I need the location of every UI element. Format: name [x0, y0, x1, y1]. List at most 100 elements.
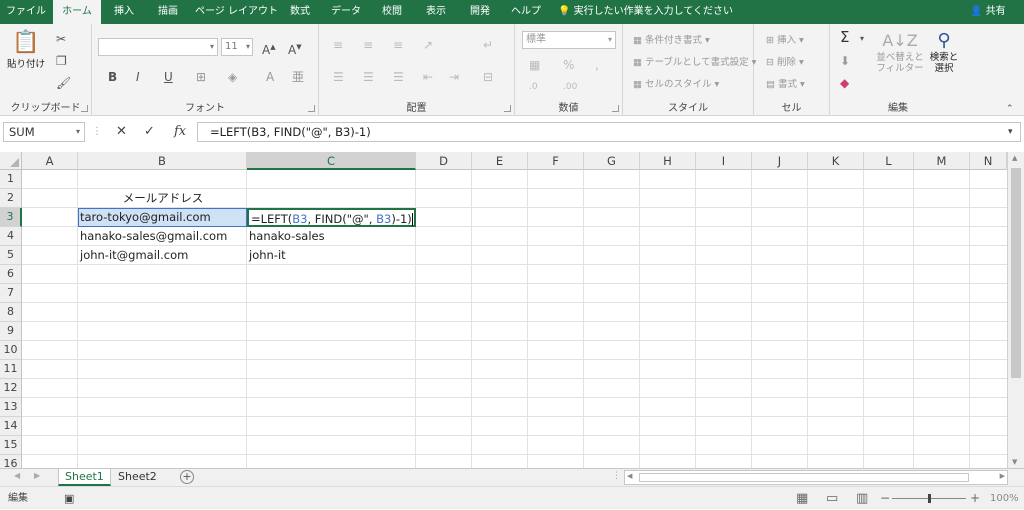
phonetic-icon[interactable]: 亜	[292, 70, 304, 84]
insert-function-icon[interactable]: fx	[174, 122, 186, 142]
paste-button[interactable]: 📋 貼り付け	[6, 30, 46, 70]
tab-insert[interactable]: 挿入	[106, 0, 142, 24]
enter-icon[interactable]: ✓	[144, 122, 155, 142]
tab-help[interactable]: ヘルプ	[506, 0, 546, 24]
decrease-decimal-icon[interactable]: .00	[563, 80, 577, 94]
row-header-12[interactable]: 12	[0, 379, 22, 398]
tab-developer[interactable]: 開発	[462, 0, 498, 24]
column-header-a[interactable]: A	[22, 152, 78, 170]
decrease-indent-icon[interactable]: ⇤	[423, 70, 433, 84]
page-break-view-icon[interactable]: ▥	[856, 487, 868, 510]
add-sheet-icon[interactable]: +	[180, 470, 194, 484]
row-header-4[interactable]: 4	[0, 227, 22, 246]
tab-view[interactable]: 表示	[418, 0, 454, 24]
column-header-g[interactable]: G	[584, 152, 640, 170]
comma-icon[interactable]: ,	[595, 58, 599, 72]
format-as-table-button[interactable]: ▦ テーブルとして書式設定 ▾	[633, 54, 756, 68]
clear-icon[interactable]: ◆	[840, 76, 849, 90]
macro-record-icon[interactable]: ▣	[64, 487, 74, 510]
alignment-launcher-icon[interactable]	[504, 105, 511, 112]
delete-cells-button[interactable]: ⊟ 削除 ▾	[766, 54, 804, 68]
tab-formulas[interactable]: 数式	[283, 0, 317, 24]
font-launcher-icon[interactable]	[308, 105, 315, 112]
sheet-tab-sheet2[interactable]: Sheet2	[112, 469, 163, 486]
format-cells-button[interactable]: ▤ 書式 ▾	[766, 76, 805, 90]
wrap-text-icon[interactable]: ↵	[483, 38, 493, 52]
sheet-prev-icon[interactable]: ◀	[14, 471, 20, 480]
find-select-button[interactable]: ⚲ 検索と 選択	[924, 30, 964, 74]
row-header-2[interactable]: 2	[0, 189, 22, 208]
align-middle-icon[interactable]: ≡	[363, 38, 373, 52]
font-size-combo[interactable]: 11 ▾	[221, 38, 253, 56]
cancel-icon[interactable]: ✕	[116, 122, 127, 142]
column-header-h[interactable]: H	[640, 152, 696, 170]
select-all-button[interactable]	[0, 152, 22, 170]
share-button[interactable]: 👤 共有	[970, 0, 1006, 24]
hscroll-split-icon[interactable]: ⋮	[612, 471, 621, 481]
fill-color-icon[interactable]: ◈	[228, 70, 237, 84]
scroll-left-icon[interactable]: ◀	[627, 472, 632, 480]
align-center-icon[interactable]: ☰	[363, 70, 374, 84]
orientation-icon[interactable]: ↗	[423, 38, 433, 52]
insert-cells-button[interactable]: ⊞ 挿入 ▾	[766, 32, 804, 46]
column-header-j[interactable]: J	[752, 152, 808, 170]
zoom-slider-thumb[interactable]	[928, 494, 931, 503]
row-header-13[interactable]: 13	[0, 398, 22, 417]
column-header-e[interactable]: E	[472, 152, 528, 170]
vertical-scroll-thumb[interactable]	[1011, 168, 1021, 378]
column-header-i[interactable]: I	[696, 152, 752, 170]
fill-icon[interactable]: ⬇	[840, 54, 850, 68]
font-name-combo[interactable]: ▾	[98, 38, 218, 56]
cell-b4[interactable]: hanako-sales@gmail.com	[78, 227, 247, 246]
copy-icon[interactable]: ❐	[56, 54, 67, 68]
row-header-3[interactable]: 3	[0, 208, 22, 227]
align-right-icon[interactable]: ☰	[393, 70, 404, 84]
tab-data[interactable]: データ	[327, 0, 365, 24]
zoom-level[interactable]: 100%	[990, 487, 1019, 510]
row-header-8[interactable]: 8	[0, 303, 22, 322]
name-box-dropdown-icon[interactable]: ▾	[76, 123, 80, 141]
worksheet-grid[interactable]: A B C D E F G H I J K L M N 1 2 3 4 5 6 7 8 9 10 1…	[0, 152, 1024, 468]
sheet-next-icon[interactable]: ▶	[34, 471, 40, 480]
italic-button[interactable]: I	[136, 70, 140, 84]
sheet-tab-sheet1[interactable]: Sheet1	[58, 469, 111, 486]
zoom-in-icon[interactable]: +	[970, 487, 980, 510]
expand-formula-bar-icon[interactable]: ▾	[1008, 122, 1013, 142]
row-header-10[interactable]: 10	[0, 341, 22, 360]
cell-c4[interactable]: hanako-sales	[247, 227, 416, 246]
zoom-out-icon[interactable]: −	[880, 487, 890, 510]
column-header-m[interactable]: M	[914, 152, 970, 170]
cell-c5[interactable]: john-it	[247, 246, 416, 265]
bold-button[interactable]: B	[108, 70, 117, 84]
grow-font-icon[interactable]: A▲	[262, 40, 276, 57]
row-header-5[interactable]: 5	[0, 246, 22, 265]
shrink-font-icon[interactable]: A▼	[288, 40, 302, 57]
vertical-scrollbar[interactable]: ▲ ▼	[1007, 152, 1024, 468]
scroll-up-icon[interactable]: ▲	[1012, 154, 1017, 162]
number-format-combo[interactable]: 標準 ▾	[522, 31, 616, 49]
column-header-n[interactable]: N	[970, 152, 1007, 170]
currency-icon[interactable]: ▦	[529, 58, 540, 72]
borders-icon[interactable]: ⊞	[196, 70, 206, 84]
cell-b3[interactable]: taro-tokyo@gmail.com	[78, 208, 247, 227]
cell-b5[interactable]: john-it@gmail.com	[78, 246, 247, 265]
percent-icon[interactable]: %	[563, 58, 574, 72]
column-header-f[interactable]: F	[528, 152, 584, 170]
name-box[interactable]: SUM ▾	[3, 122, 85, 142]
column-header-l[interactable]: L	[864, 152, 914, 170]
column-header-d[interactable]: D	[416, 152, 472, 170]
merge-center-icon[interactable]: ⊟	[483, 70, 493, 84]
horizontal-scrollbar[interactable]: ◀ ▶	[624, 470, 1008, 485]
formula-input[interactable]: =LEFT(B3, FIND("@", B3)-1)	[197, 122, 1021, 142]
row-header-7[interactable]: 7	[0, 284, 22, 303]
number-launcher-icon[interactable]	[612, 105, 619, 112]
row-header-15[interactable]: 15	[0, 436, 22, 455]
align-left-icon[interactable]: ☰	[333, 70, 344, 84]
horizontal-scroll-thumb[interactable]	[639, 473, 969, 482]
cell-styles-button[interactable]: ▦ セルのスタイル ▾	[633, 76, 719, 90]
row-header-16[interactable]: 16	[0, 455, 22, 468]
cell-c3[interactable]: =LEFT(B3, FIND("@", B3)-1)	[247, 208, 416, 227]
row-header-14[interactable]: 14	[0, 417, 22, 436]
row-header-6[interactable]: 6	[0, 265, 22, 284]
cell-b2[interactable]: メールアドレス	[78, 189, 247, 208]
